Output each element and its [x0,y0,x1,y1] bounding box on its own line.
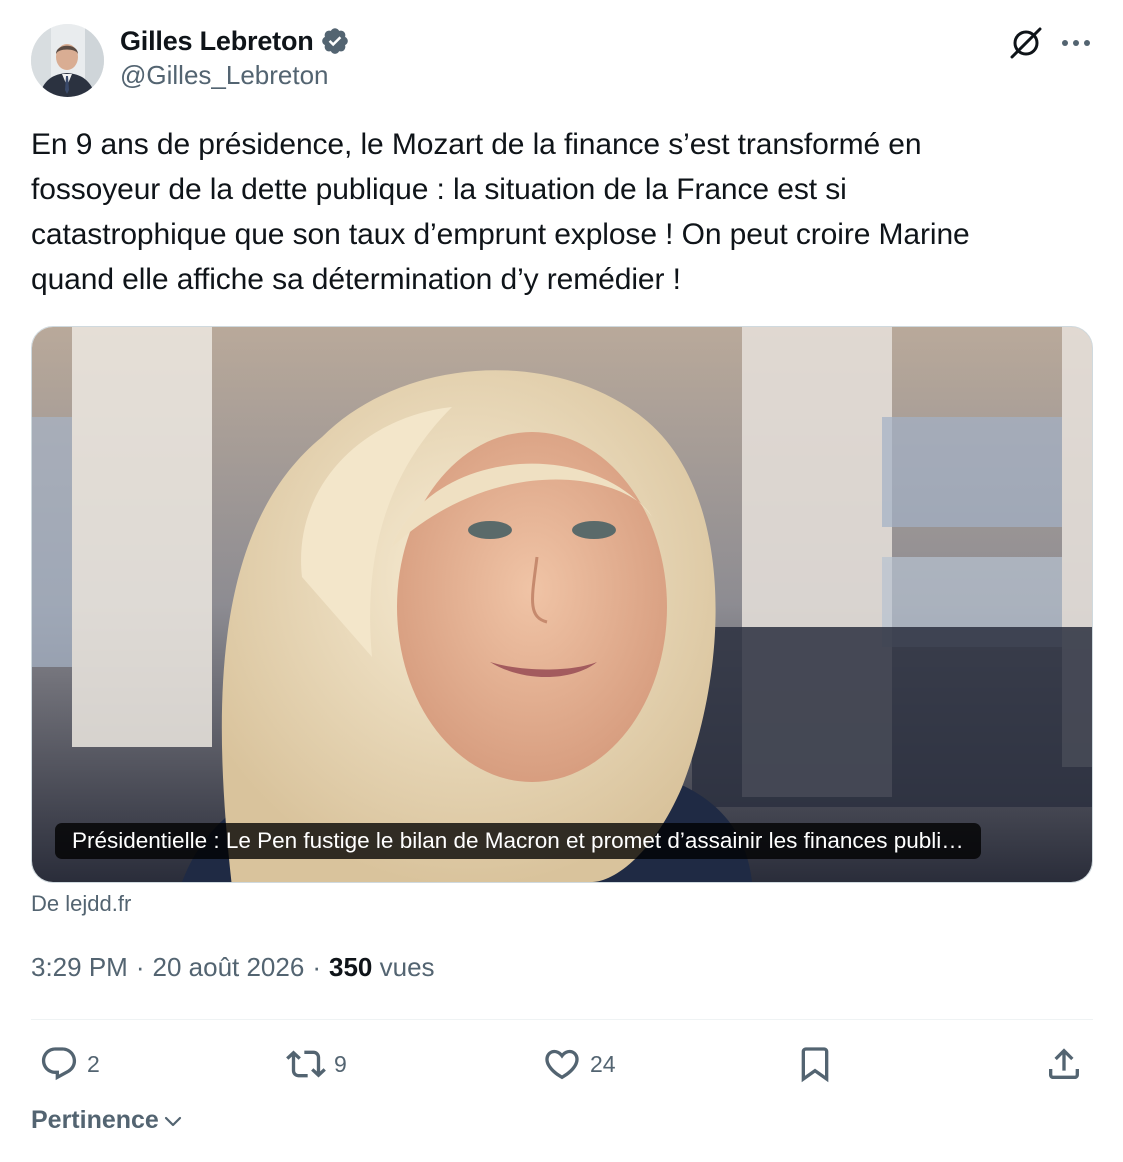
bookmark-icon [801,1047,829,1083]
divider [31,1019,1093,1020]
reply-button[interactable]: 2 [39,1041,100,1087]
author-handle[interactable]: @Gilles_Lebreton [120,60,350,91]
separator: · [312,952,321,982]
reply-count: 2 [87,1050,100,1077]
share-button[interactable] [1044,1041,1084,1087]
share-icon [1049,1048,1079,1079]
sort-dropdown[interactable]: Pertinence [31,1106,185,1135]
name-row: Gilles Lebreton [120,22,350,60]
more-icon[interactable] [1057,24,1095,62]
retweet-button[interactable]: 9 [286,1041,347,1087]
avatar[interactable] [31,24,104,97]
views-label: vues [379,952,435,982]
retweet-count: 9 [334,1050,347,1077]
separator: · [135,952,145,982]
link-card[interactable]: Présidentielle : Le Pen fustige le bilan… [31,326,1093,883]
card-source[interactable]: De lejdd.fr [31,891,131,917]
tweet: Gilles Lebreton @Gilles_Lebreton En 9 an… [31,0,1093,1162]
sort-label: Pertinence [31,1106,159,1134]
grok-icon[interactable] [1007,24,1045,62]
tweet-date[interactable]: 20 août 2026 [153,952,305,983]
action-bar: 2 9 24 [31,1041,1093,1087]
card-title[interactable]: Présidentielle : Le Pen fustige le bilan… [55,823,981,859]
tweet-meta: 3:29 PM · 20 août 2026 · 350 vues [31,952,435,983]
reply-icon [41,1047,77,1081]
tweet-time[interactable]: 3:29 PM [31,952,128,983]
like-count: 24 [590,1050,616,1077]
chevron-down-icon [164,1116,181,1126]
heart-icon [545,1049,579,1080]
bookmark-button[interactable] [795,1041,835,1087]
tweet-text: En 9 ans de présidence, le Mozart de la … [31,128,970,296]
views-count: 350 [328,952,373,982]
card-image [32,327,1092,882]
retweet-icon [286,1050,326,1078]
author-name[interactable]: Gilles Lebreton [120,26,314,57]
like-button[interactable]: 24 [542,1041,616,1087]
author-block: Gilles Lebreton @Gilles_Lebreton [120,22,350,91]
verified-badge-icon [321,28,348,54]
